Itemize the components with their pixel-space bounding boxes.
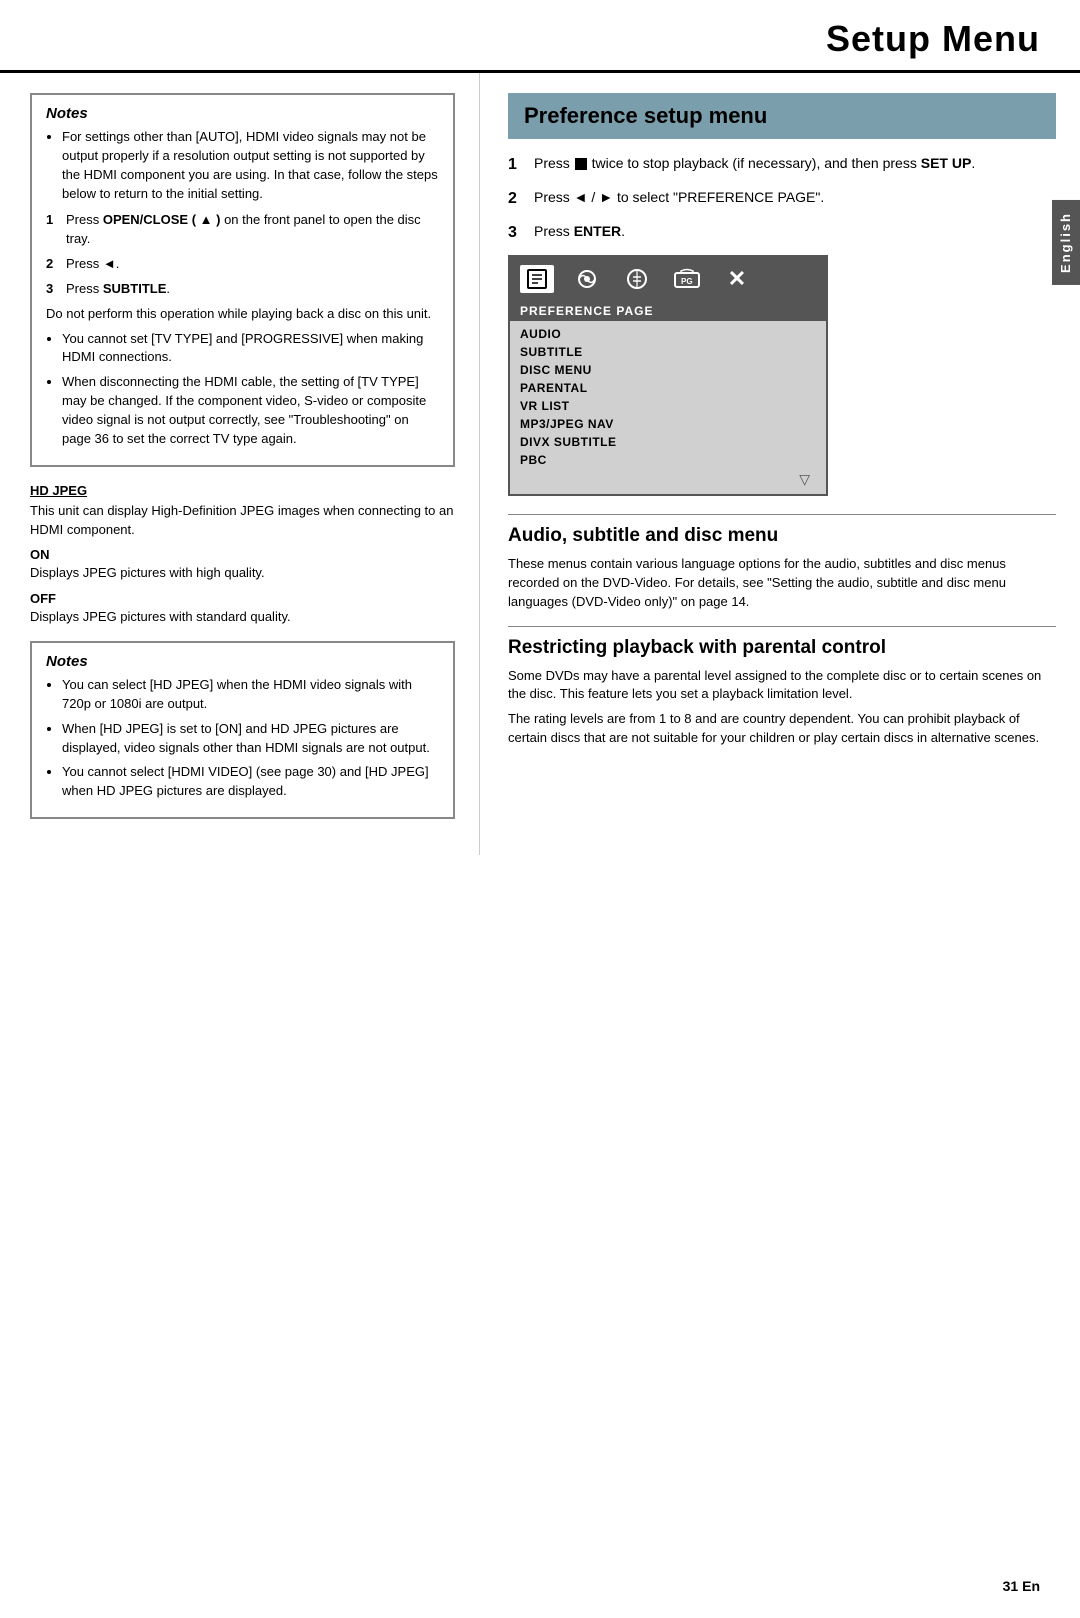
notes-box-1: Notes For settings other than [AUTO], HD… [30, 93, 455, 467]
menu-icon-audio [570, 265, 604, 293]
notes-item: For settings other than [AUTO], HDMI vid… [62, 128, 439, 203]
menu-items-list: AUDIO SUBTITLE DISC MENU PARENTAL VR LIS… [510, 321, 826, 494]
parental-section-title: Restricting playback with parental contr… [508, 637, 1056, 659]
menu-icon-close: ✕ [720, 265, 754, 293]
menu-icons-row: PG ✕ [510, 257, 826, 301]
left-column: Notes For settings other than [AUTO], HD… [0, 73, 480, 855]
notes-item: When disconnecting the HDMI cable, the s… [62, 373, 439, 448]
menu-icon-parental: PG [670, 265, 704, 293]
menu-item: PBC [520, 451, 816, 469]
notes-list-2: You can select [HD JPEG] when the HDMI v… [46, 676, 439, 801]
menu-icon-page [520, 265, 554, 293]
notes-list-1b: You cannot set [TV TYPE] and [PROGRESSIV… [46, 330, 439, 449]
menu-item: DISC MENU [520, 361, 816, 379]
notes-box-2: Notes You can select [HD JPEG] when the … [30, 641, 455, 819]
step-3: 3 Press SUBTITLE. [46, 280, 439, 299]
svg-text:PG: PG [681, 277, 693, 286]
divider-1 [508, 514, 1056, 515]
off-desc: Displays JPEG pictures with standard qua… [30, 608, 455, 627]
parental-body-2: The rating levels are from 1 to 8 and ar… [508, 710, 1056, 748]
page-number: 31 En [1003, 1578, 1040, 1594]
notes-list-1: For settings other than [AUTO], HDMI vid… [46, 128, 439, 203]
step-1: 1 Press OPEN/CLOSE ( ▲ ) on the front pa… [46, 211, 439, 249]
page-header: Setup Menu [0, 0, 1080, 73]
on-desc: Displays JPEG pictures with high quality… [30, 564, 455, 583]
stop-icon [575, 158, 587, 170]
menu-item: AUDIO [520, 325, 816, 343]
menu-item: PARENTAL [520, 379, 816, 397]
notes-item: You can select [HD JPEG] when the HDMI v… [62, 676, 439, 714]
menu-screenshot: PG ✕ PREFERENCE PAGE AUDIO SUBTITLE DISC… [508, 255, 828, 496]
page-title: Setup Menu [826, 18, 1040, 60]
step3-note: Do not perform this operation while play… [46, 305, 439, 324]
audio-section-title: Audio, subtitle and disc menu [508, 525, 1056, 547]
menu-item: SUBTITLE [520, 343, 816, 361]
english-tab: English [1052, 200, 1080, 285]
menu-pref-row: PREFERENCE PAGE [510, 301, 826, 321]
divider-2 [508, 626, 1056, 627]
right-step-3: 3 Press ENTER. [508, 221, 1056, 245]
step-2: 2 Press ◄. [46, 255, 439, 274]
notes-item: When [HD JPEG] is set to [ON] and HD JPE… [62, 720, 439, 758]
menu-item: MP3/JPEG NAV [520, 415, 816, 433]
parental-body-1: Some DVDs may have a parental level assi… [508, 667, 1056, 705]
right-column: Preference setup menu 1 Press twice to s… [480, 73, 1080, 855]
pref-setup-header: Preference setup menu [508, 93, 1056, 139]
notes-title-2: Notes [46, 653, 439, 670]
menu-item: VR LIST [520, 397, 816, 415]
content-area: Notes For settings other than [AUTO], HD… [0, 73, 1080, 855]
right-step-1: 1 Press twice to stop playback (if neces… [508, 153, 1056, 177]
on-label: ON [30, 547, 455, 562]
notes-item: You cannot set [TV TYPE] and [PROGRESSIV… [62, 330, 439, 368]
hd-jpeg-body: This unit can display High-Definition JP… [30, 502, 455, 540]
off-label: OFF [30, 591, 455, 606]
notes-item: You cannot select [HDMI VIDEO] (see page… [62, 763, 439, 801]
hd-jpeg-heading: HD JPEG [30, 483, 455, 498]
menu-icon-subtitle [620, 265, 654, 293]
menu-scroll-indicator: ▽ [520, 469, 816, 490]
notes-title-1: Notes [46, 105, 439, 122]
menu-item: DIVX SUBTITLE [520, 433, 816, 451]
audio-section-body: These menus contain various language opt… [508, 555, 1056, 612]
right-step-2: 2 Press ◄ / ► to select "PREFERENCE PAGE… [508, 187, 1056, 211]
